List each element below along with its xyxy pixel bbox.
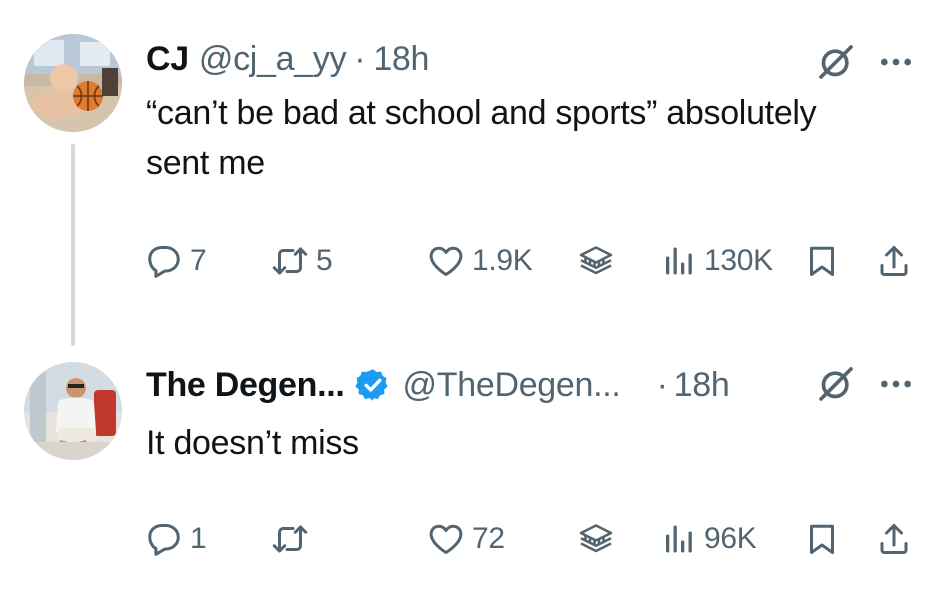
reply-count: 1 — [190, 522, 207, 555]
retweet-button[interactable] — [272, 514, 316, 564]
timestamp[interactable]: 18h — [674, 366, 730, 405]
tweet[interactable]: CJ @cj_a_yy · 18h “can’t be bad at schoo… — [0, 0, 952, 346]
user-handle[interactable]: @TheDegen... — [403, 366, 621, 405]
share-button[interactable] — [876, 236, 912, 286]
share-button[interactable] — [876, 514, 912, 564]
heart-icon — [428, 521, 464, 557]
tweet-actions: 7 5 1.9K 130K — [146, 236, 926, 286]
views-icon — [660, 243, 696, 279]
grok-icon[interactable] — [816, 364, 856, 404]
timestamp[interactable]: 18h — [373, 40, 429, 79]
grok-analyze-button[interactable] — [578, 236, 614, 286]
tweet-text: It doesn’t miss — [146, 424, 359, 462]
reply-icon — [146, 243, 182, 279]
man-seated-avatar-image — [24, 362, 122, 460]
like-count: 1.9K — [472, 244, 533, 277]
bookmark-icon — [804, 243, 840, 279]
reply-count: 7 — [190, 244, 207, 277]
retweet-count: 5 — [316, 244, 333, 277]
bookmark-button[interactable] — [804, 514, 840, 564]
separator-dot: · — [656, 365, 668, 404]
retweet-icon — [272, 243, 308, 279]
separator-dot: · — [354, 39, 366, 78]
display-name[interactable]: The Degen... — [146, 366, 345, 405]
like-button[interactable]: 72 — [428, 514, 505, 564]
user-handle[interactable]: @cj_a_yy — [199, 40, 347, 79]
layers-icon — [578, 243, 614, 279]
reply-button[interactable]: 1 — [146, 514, 207, 564]
layers-icon — [578, 521, 614, 557]
retweet-icon — [272, 521, 308, 557]
more-icon[interactable] — [876, 364, 916, 404]
bookmark-button[interactable] — [804, 236, 840, 286]
share-icon — [876, 521, 912, 557]
verified-badge-icon[interactable] — [354, 367, 391, 403]
avatar[interactable] — [24, 34, 122, 132]
view-count: 96K — [704, 522, 757, 555]
views-button[interactable]: 96K — [660, 514, 757, 564]
share-icon — [876, 243, 912, 279]
view-count: 130K — [704, 244, 773, 277]
retweet-button[interactable]: 5 — [272, 236, 333, 286]
more-icon[interactable] — [876, 42, 916, 82]
like-count: 72 — [472, 522, 505, 555]
display-name[interactable]: CJ — [146, 40, 189, 79]
grok-analyze-button[interactable] — [578, 514, 614, 564]
reply-button[interactable]: 7 — [146, 236, 207, 286]
avatar[interactable] — [24, 362, 122, 460]
tweet-actions: 1 72 96K — [146, 514, 926, 564]
reply-icon — [146, 521, 182, 557]
baby-with-basketball-avatar-image — [24, 34, 122, 132]
grok-icon[interactable] — [816, 42, 856, 82]
thread-connector-line — [71, 144, 75, 346]
tweet-text: “can’t be bad at school and sports” abso… — [146, 94, 817, 182]
heart-icon — [428, 243, 464, 279]
bookmark-icon — [804, 521, 840, 557]
tweet[interactable]: The Degen... @TheDegen... · 18h It doesn… — [0, 340, 952, 590]
like-button[interactable]: 1.9K — [428, 236, 533, 286]
views-button[interactable]: 130K — [660, 236, 773, 286]
views-icon — [660, 521, 696, 557]
tweet-header: CJ @cj_a_yy · 18h — [146, 34, 429, 84]
tweet-header: The Degen... @TheDegen... · 18h — [146, 360, 730, 410]
